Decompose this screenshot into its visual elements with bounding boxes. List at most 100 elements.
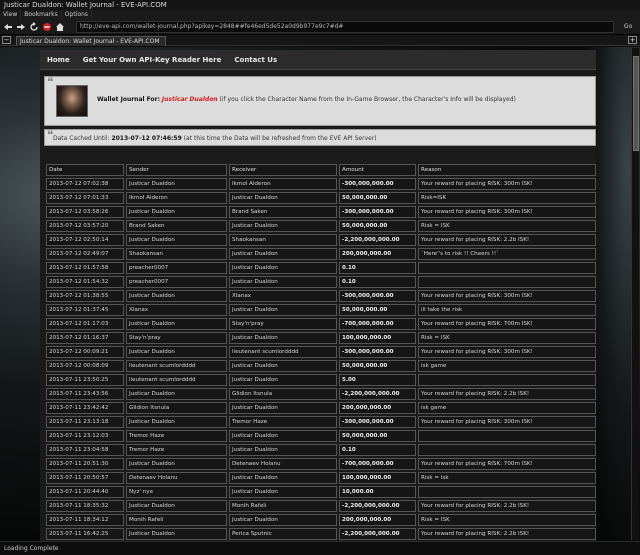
sender-cell: preacher0007 xyxy=(126,262,227,274)
table-row: 2013-07-12 01:54:32 preacher0007 Justicar … xyxy=(46,276,596,288)
reason-cell: Your reward for placing RISK: 300m ISK! xyxy=(418,206,596,218)
wallet-journal-label: Wallet Journal For: xyxy=(97,96,160,103)
date-cell: 2013-07-12 01:37:45 xyxy=(46,304,124,316)
receiver-cell: Justicar Dualdon xyxy=(229,304,337,316)
reason-cell: Your reward for placing RISK: 300m ISK! xyxy=(418,416,596,428)
sender-cell: Tremor Haze xyxy=(126,444,227,456)
receiver-cell: Detenaev Holanu xyxy=(229,458,337,470)
table-row: 2013-07-11 20:44:40 Nyz' nye Justicar Dual… xyxy=(46,486,596,498)
reload-button[interactable] xyxy=(28,21,39,32)
cache-info: Data Cached Until: 2013-07-12 07:46:59 (… xyxy=(53,135,377,142)
reason-cell: Your reward for placing RISK: 2.2b ISK! xyxy=(418,234,596,246)
sender-cell: Justicar Dualdon xyxy=(126,528,227,540)
date-cell: 2013-07-12 00:08:09 xyxy=(46,360,124,372)
date-cell: 2013-07-12 01:16:37 xyxy=(46,332,124,344)
cache-label: Data Cached Until: xyxy=(53,135,110,142)
receiver-cell: Justicar Dualdon xyxy=(229,248,337,260)
table-row: 2013-07-12 07:01:33 Ikmol Alderon Justicar… xyxy=(46,192,596,204)
menu-bar: View Bookmarks Options xyxy=(0,10,640,19)
character-info-box: ❝ Wallet Journal For: Justicar Dualdon (… xyxy=(44,75,596,126)
reason-cell xyxy=(418,486,596,498)
amount-cell: -2,200,000,000.00 xyxy=(339,234,416,246)
vertical-scrollbar[interactable] xyxy=(631,48,639,540)
amount-cell: -2,200,000,000.00 xyxy=(339,528,416,540)
character-name-link[interactable]: Justicar Dualdon xyxy=(162,96,218,103)
receiver-cell: Justicar Dualdon xyxy=(229,402,337,414)
sender-cell: Nyz' nye xyxy=(126,486,227,498)
receiver-cell: Justicar Dualdon xyxy=(229,472,337,484)
date-cell: 2013-07-11 20:44:40 xyxy=(46,486,124,498)
table-row: 2013-07-11 23:13:18 Justicar Dualdon Tremo… xyxy=(46,416,596,428)
nav-get-api-key-link[interactable]: Get Your Own API-Key Reader Here xyxy=(83,56,222,64)
menu-view[interactable]: View xyxy=(0,10,22,19)
table-row: 2013-07-12 03:58:26 Justicar Dualdon Brand… xyxy=(46,206,596,218)
tab-wallet-journal[interactable]: Justicar Dualdon: Wallet Journal - EVE-A… xyxy=(16,36,166,46)
table-row: 2013-07-11 16:42:25 Justicar Dualdon Peric… xyxy=(46,528,596,540)
table-row: 2013-07-11 23:12:03 Tremor Haze Justicar D… xyxy=(46,430,596,442)
sender-cell: Justicar Dualdon xyxy=(126,290,227,302)
scrollbar-thumb[interactable] xyxy=(633,56,639,151)
forward-button[interactable] xyxy=(15,21,26,32)
reason-cell: Your reward for placing RISK: 2.2b ISK! xyxy=(418,388,596,400)
receiver-cell: Tremor Haze xyxy=(229,416,337,428)
date-cell: 2013-07-11 23:43:56 xyxy=(46,388,124,400)
date-cell: 2013-07-12 01:38:55 xyxy=(46,290,124,302)
receiver-cell: Brand Saken xyxy=(229,206,337,218)
nav-contact-link[interactable]: Contact Us xyxy=(234,56,277,64)
close-tab-button[interactable]: − xyxy=(2,36,11,44)
character-note: (if you click the Character Name from th… xyxy=(219,96,516,103)
menu-options[interactable]: Options xyxy=(62,10,92,19)
sender-cell: Justicar Dualdon xyxy=(126,318,227,330)
table-row: 2013-07-12 02:49:07 Shaokansan Justicar Du… xyxy=(46,248,596,260)
nav-home-link[interactable]: Home xyxy=(47,56,70,64)
stop-button[interactable] xyxy=(41,21,52,32)
date-cell: 2013-07-12 02:49:07 xyxy=(46,248,124,260)
sender-cell: Stay'n'pray xyxy=(126,332,227,344)
menu-bookmarks[interactable]: Bookmarks xyxy=(21,10,62,19)
reason-cell: ill take the risk xyxy=(418,304,596,316)
reason-cell: Your reward for placing RISK: 300m ISK! xyxy=(418,346,596,358)
receiver-cell: Justicar Dualdon xyxy=(229,332,337,344)
navigation-bar: http://eve-api.com/wallet-journal.php?ap… xyxy=(0,19,640,35)
reason-cell: Risk = ISK xyxy=(418,220,596,232)
date-cell: 2013-07-12 07:02:38 xyxy=(46,178,124,190)
reason-cell: Your reward for placing RISK: 700m ISK! xyxy=(418,318,596,330)
date-cell: 2013-07-11 23:13:18 xyxy=(46,416,124,428)
go-button[interactable]: Go xyxy=(619,21,637,33)
table-row: 2013-07-11 23:50:25 lieutenant scumlorddd… xyxy=(46,374,596,386)
arrow-left-icon xyxy=(3,23,12,30)
receiver-cell: Perica Sputnic xyxy=(229,528,337,540)
sender-cell: Justicar Dualdon xyxy=(126,234,227,246)
table-row: 2013-07-12 01:57:58 preacher0007 Justicar … xyxy=(46,262,596,274)
browser-window: Justicar Dualdon: Wallet Journal - EVE-A… xyxy=(0,0,640,555)
sender-cell: Justicar Dualdon xyxy=(126,416,227,428)
new-tab-button[interactable]: + xyxy=(628,36,637,44)
table-row: 2013-07-12 00:08:09 lieutenant scumlorddd… xyxy=(46,360,596,372)
date-cell: 2013-07-11 16:42:25 xyxy=(46,528,124,540)
date-cell: 2013-07-11 23:50:25 xyxy=(46,374,124,386)
amount-cell: 100,000,000.00 xyxy=(339,472,416,484)
cache-note: (at this time the Data will be refreshed… xyxy=(183,135,377,142)
address-bar[interactable]: http://eve-api.com/wallet-journal.php?ap… xyxy=(76,21,614,33)
amount-cell: 5.00 xyxy=(339,374,416,386)
reason-cell: Your reward for placing RISK: 700m ISK! xyxy=(418,458,596,470)
reason-cell: Risk = Isk xyxy=(418,472,596,484)
cache-info-box: ❝ Data Cached Until: 2013-07-12 07:46:59… xyxy=(44,128,596,146)
date-cell: 2013-07-12 02:50:14 xyxy=(46,234,124,246)
date-cell: 2013-07-12 07:01:33 xyxy=(46,192,124,204)
amount-cell: 50,000,000.00 xyxy=(339,360,416,372)
reason-cell xyxy=(418,374,596,386)
receiver-cell: Justicar Dualdon xyxy=(229,360,337,372)
amount-cell: -2,200,000,000.00 xyxy=(339,500,416,512)
date-cell: 2013-07-12 03:58:26 xyxy=(46,206,124,218)
home-button[interactable] xyxy=(54,21,65,32)
reason-cell: `Here''s to risk !! Cheers !!` xyxy=(418,248,596,260)
site-navigation: Home Get Your Own API-Key Reader Here Co… xyxy=(40,50,596,70)
date-cell: 2013-07-12 01:17:03 xyxy=(46,318,124,330)
amount-cell: -2,200,000,000.00 xyxy=(339,388,416,400)
sender-cell: preacher0007 xyxy=(126,276,227,288)
receiver-cell: lieutenant scumlordddd xyxy=(229,346,337,358)
date-cell: 2013-07-11 23:04:58 xyxy=(46,444,124,456)
date-cell: 2013-07-11 20:51:30 xyxy=(46,458,124,470)
back-button[interactable] xyxy=(2,21,13,32)
